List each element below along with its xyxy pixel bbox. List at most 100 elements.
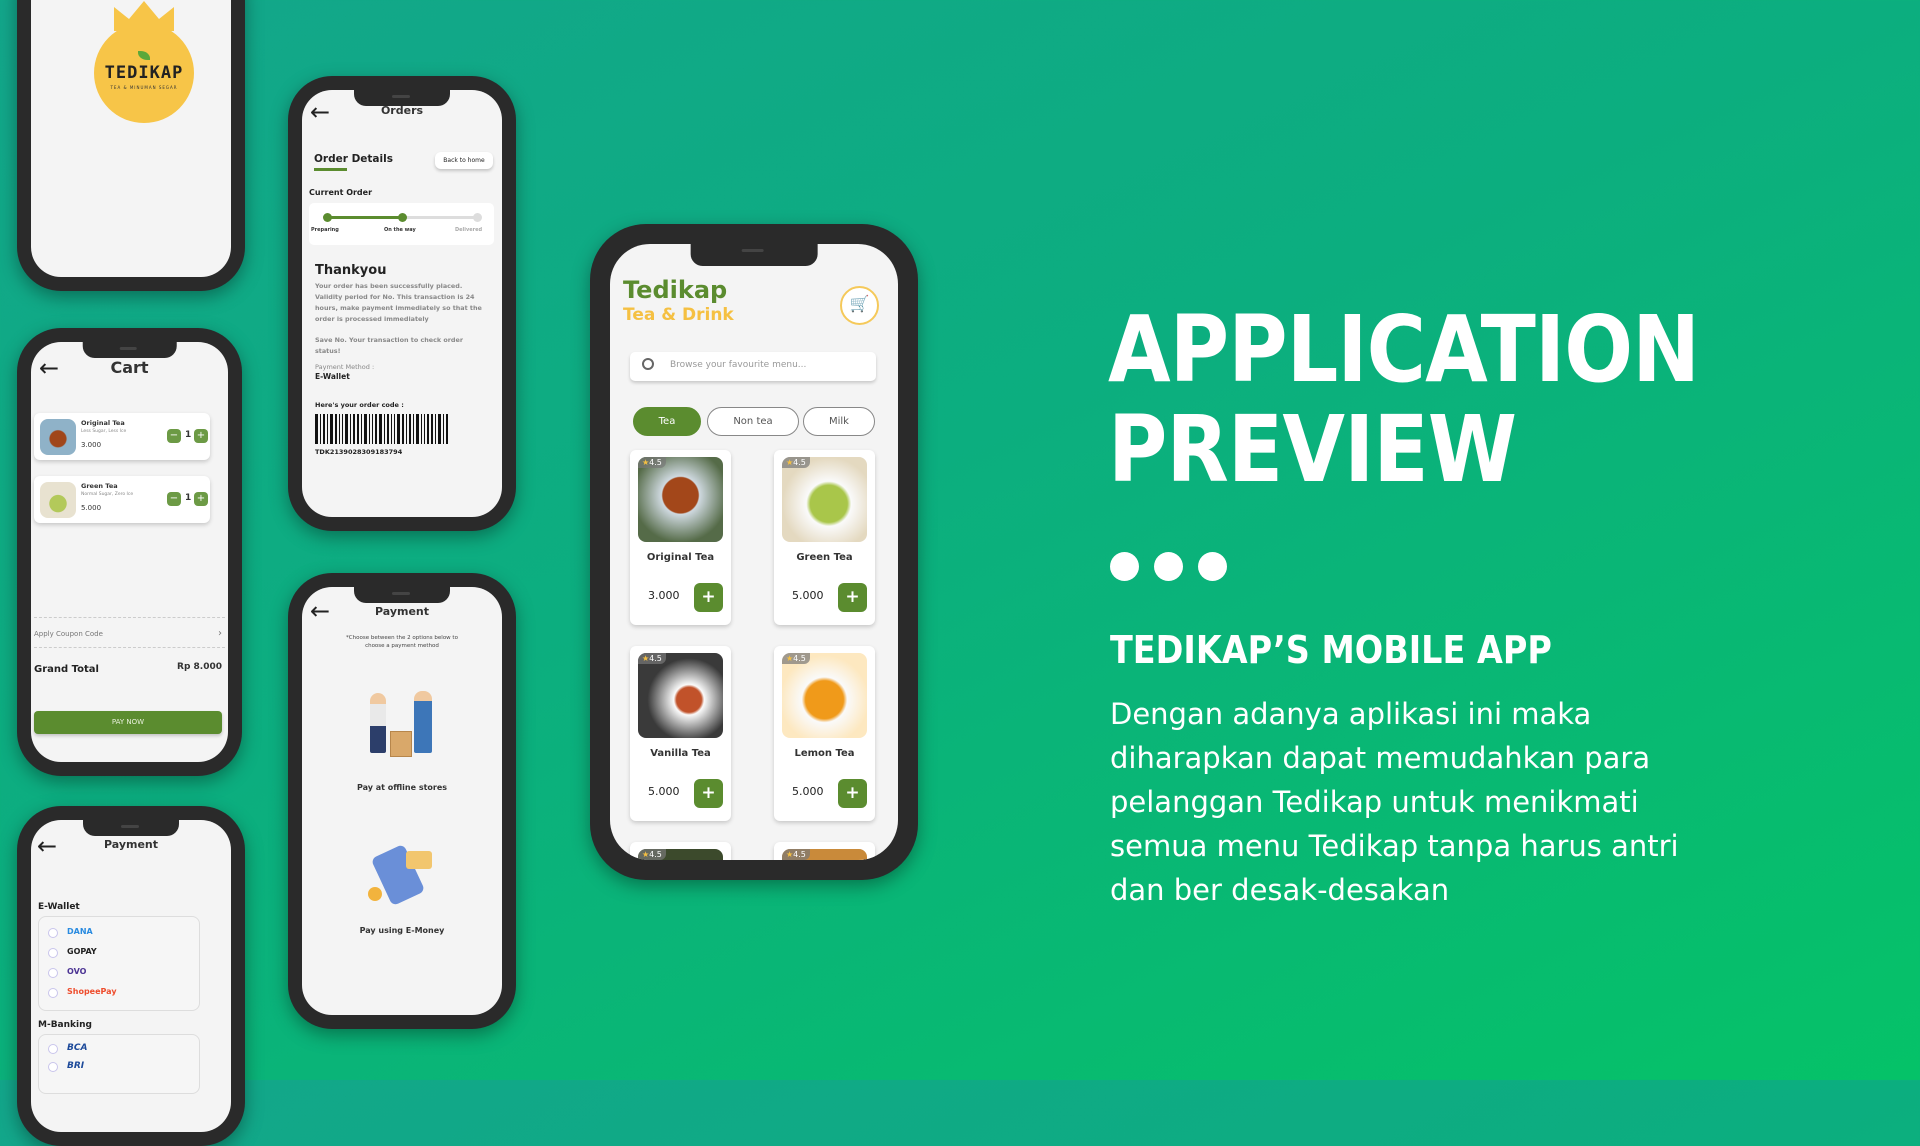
- radio-button[interactable]: [48, 928, 58, 938]
- product-name: Original Tea: [646, 552, 715, 563]
- coin-illustration: [368, 887, 382, 901]
- cart-item[interactable]: Green Tea Normal Sugar, Zero Ice 5.000 −1 +: [34, 476, 210, 523]
- search-bar[interactable]: Browse your favourite menu...: [630, 352, 876, 381]
- barcode-bar: [327, 414, 328, 444]
- add-to-cart-button[interactable]: +: [694, 583, 723, 612]
- cart-item-note: Less Sugar, Less Ice: [81, 429, 127, 434]
- offline-store-illustration[interactable]: [362, 683, 442, 771]
- decorative-dots: [1110, 552, 1227, 581]
- barcode-bar: [369, 414, 370, 444]
- rating-badge: ★4.5: [638, 653, 666, 664]
- radio-button[interactable]: [48, 968, 58, 978]
- payment-method-value: E-Wallet: [315, 372, 350, 381]
- barcode-bar: [330, 414, 333, 444]
- coupon-label: Apply Coupon Code: [34, 630, 103, 638]
- product-card[interactable]: ★4.5: [774, 842, 875, 860]
- boxes-illustration: [390, 731, 412, 757]
- barcode-bar: [416, 414, 419, 444]
- barcode-bar: [361, 414, 362, 444]
- pay-emoney-option[interactable]: Pay using E-Money: [302, 926, 502, 935]
- radio-button[interactable]: [48, 1044, 58, 1054]
- bank-option[interactable]: BCA: [39, 1041, 199, 1057]
- cart-item-name: Green Tea: [81, 482, 118, 490]
- splash-screen: TEDIKAP TEA & MINUMAN SEGAR: [31, 0, 231, 277]
- barcode-bar: [409, 414, 411, 444]
- home-phone: Tedikap Tea & Drink 🛒 Browse your favour…: [590, 224, 918, 880]
- barcode-bar: [413, 414, 414, 444]
- back-to-home-button[interactable]: Back to home: [435, 152, 493, 169]
- product-image: ★4.5: [782, 457, 867, 542]
- pay-now-button[interactable]: PAY NOW: [34, 711, 222, 734]
- emoney-illustration[interactable]: [364, 843, 440, 909]
- rating-value: 4.5: [793, 850, 806, 859]
- hero-title: APPLICATION PREVIEW: [1108, 300, 1700, 503]
- ewallet-option[interactable]: DANA: [39, 925, 199, 941]
- hero-description: Dengan adanya aplikasi ini maka diharapk…: [1110, 697, 1679, 907]
- add-to-cart-button[interactable]: +: [838, 779, 867, 808]
- cart-item-price: 5.000: [81, 504, 102, 512]
- rating-value: 4.5: [649, 654, 662, 663]
- order-code-label: Here's your order code :: [315, 401, 404, 409]
- wallet-payment-phone: ← Payment E-Wallet DANA GOPAY OVO ShopeePay…: [17, 806, 245, 1146]
- increase-qty-button[interactable]: +: [194, 429, 208, 443]
- barcode-bar: [446, 414, 448, 444]
- product-card[interactable]: ★4.5 Green Tea 5.000 +: [774, 450, 875, 625]
- product-card[interactable]: ★4.5: [630, 842, 731, 860]
- product-card[interactable]: ★4.5 Original Tea 3.000 +: [630, 450, 731, 625]
- dot-icon: [1110, 552, 1139, 581]
- product-card[interactable]: ★4.5 Vanilla Tea 5.000 +: [630, 646, 731, 821]
- decrease-qty-button[interactable]: −: [167, 429, 181, 443]
- barcode-bar: [438, 414, 441, 444]
- orders-phone: ← Orders Order Details Back to home Curr…: [288, 76, 516, 531]
- cart-button[interactable]: 🛒: [840, 286, 879, 325]
- bank-option[interactable]: BRI: [39, 1059, 199, 1075]
- ewallet-logo: GOPAY: [67, 947, 97, 956]
- person-illustration: [370, 693, 386, 753]
- hero-title-line2: PREVIEW: [1108, 396, 1517, 503]
- ewallet-logo: OVO: [67, 967, 87, 976]
- barcode-bar: [431, 414, 433, 444]
- cart-screen: ← Cart Original Tea Less Sugar, Less Ice 3…: [31, 342, 228, 762]
- thankyou-heading: Thankyou: [315, 263, 387, 278]
- barcode-bar: [391, 414, 392, 444]
- logo-text: TEDIKAP: [104, 63, 184, 83]
- rating-value: 4.5: [649, 458, 662, 467]
- pay-offline-option[interactable]: Pay at offline stores: [302, 783, 502, 792]
- product-price: 5.000: [792, 589, 824, 602]
- order-progress-card: Preparing On the way Delivered: [309, 203, 494, 245]
- add-to-cart-button[interactable]: +: [694, 779, 723, 808]
- add-to-cart-button[interactable]: +: [838, 583, 867, 612]
- qty-value: 1: [185, 493, 192, 503]
- heading-underline: [314, 168, 347, 171]
- barcode: [315, 414, 487, 444]
- brand-title: Tedikap: [623, 276, 728, 304]
- qty-value: 1: [185, 430, 192, 440]
- crown-icon: [114, 1, 174, 31]
- product-image: [40, 482, 76, 518]
- barcode-bar: [372, 414, 373, 444]
- ewallet-option[interactable]: GOPAY: [39, 945, 199, 961]
- progress-step-label: Delivered: [455, 227, 483, 233]
- tab-non-tea[interactable]: Non tea: [707, 407, 799, 436]
- home-screen: Tedikap Tea & Drink 🛒 Browse your favour…: [610, 244, 898, 860]
- ewallet-option[interactable]: ShopeePay: [39, 985, 199, 1001]
- product-card[interactable]: ★4.5 Lemon Tea 5.000 +: [774, 646, 875, 821]
- product-image: ★4.5: [782, 653, 867, 738]
- mbanking-label: M-Banking: [38, 1020, 92, 1030]
- radio-button[interactable]: [48, 988, 58, 998]
- search-input[interactable]: Browse your favourite menu...: [670, 360, 806, 370]
- apply-coupon-button[interactable]: Apply Coupon Code ›: [34, 624, 222, 644]
- grand-total-value: Rp 8.000: [177, 662, 222, 672]
- ewallet-option[interactable]: OVO: [39, 965, 199, 981]
- tab-milk[interactable]: Milk: [803, 407, 875, 436]
- radio-button[interactable]: [48, 948, 58, 958]
- barcode-bar: [443, 414, 444, 444]
- decrease-qty-button[interactable]: −: [167, 492, 181, 506]
- barcode-bar: [375, 414, 377, 444]
- increase-qty-button[interactable]: +: [194, 492, 208, 506]
- barcode-bar: [339, 414, 340, 444]
- cart-item[interactable]: Original Tea Less Sugar, Less Ice 3.000 −1 +: [34, 413, 210, 460]
- rating-badge: ★4.5: [638, 849, 666, 860]
- tab-tea[interactable]: Tea: [633, 407, 701, 436]
- radio-button[interactable]: [48, 1062, 58, 1072]
